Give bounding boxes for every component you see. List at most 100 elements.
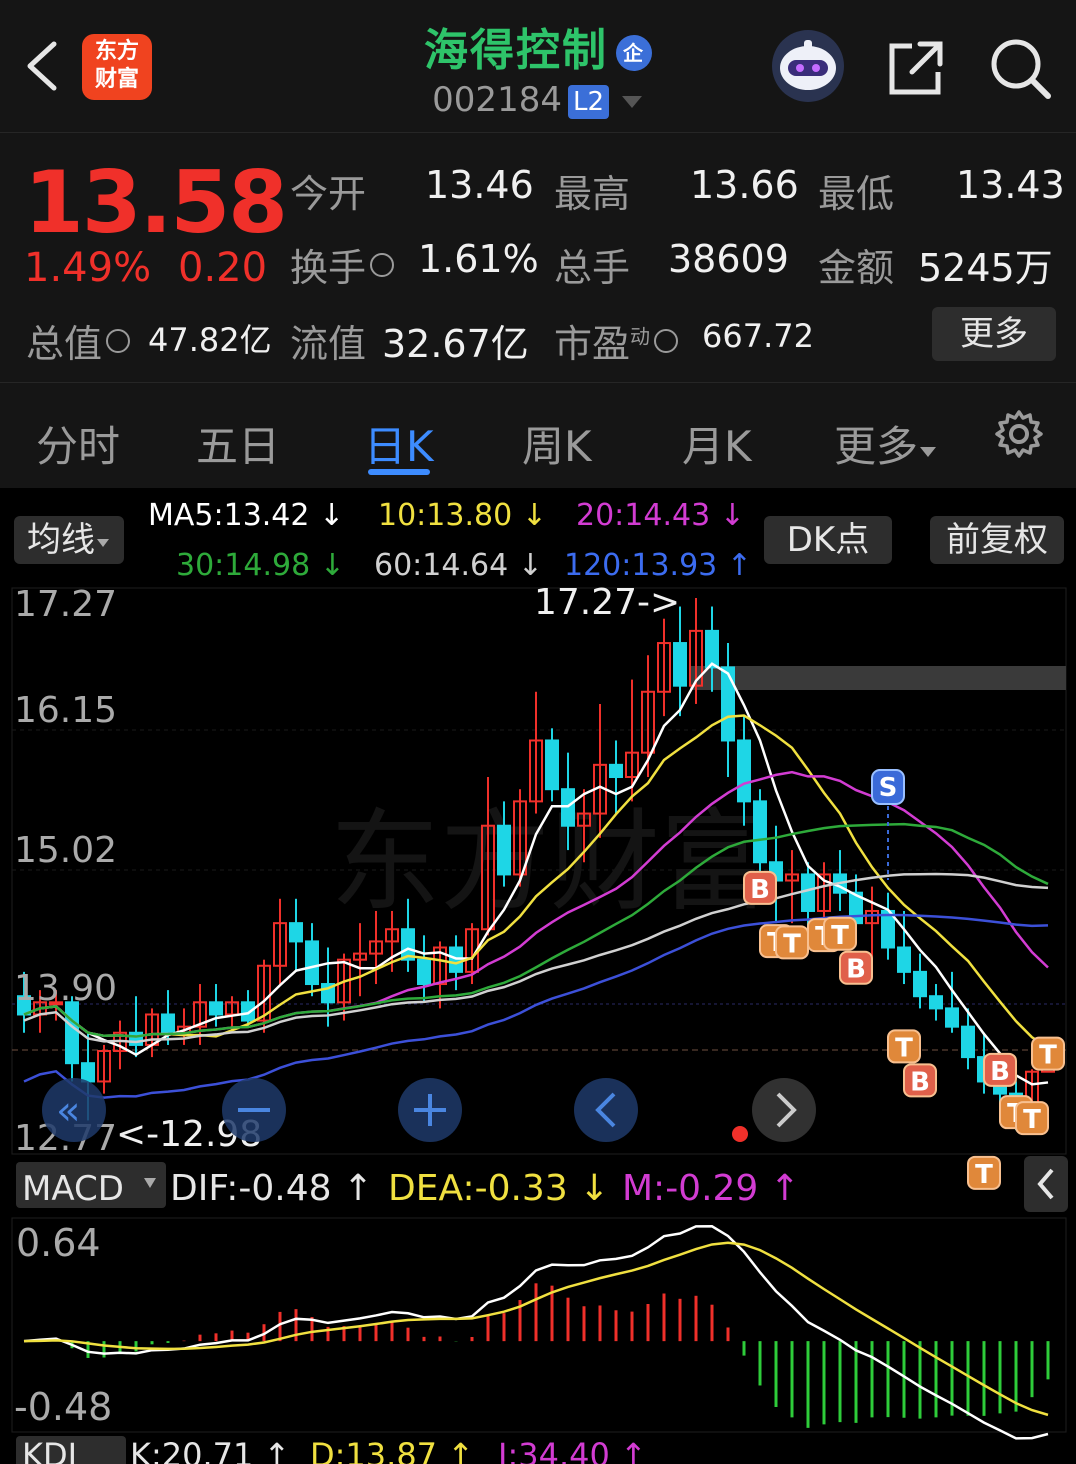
dk-marker[interactable]: T (775, 925, 809, 960)
dk-marker[interactable]: B (743, 870, 777, 905)
candle-body (913, 970, 927, 998)
candle-body (961, 1025, 975, 1059)
dk-marker-label: T (831, 921, 849, 951)
dk-marker[interactable]: T (967, 1155, 1001, 1190)
candle-body (209, 1001, 223, 1016)
kdj-d: D:13.87 ↑ (310, 1436, 474, 1464)
tab-monthly-k[interactable]: 月K (682, 413, 752, 474)
more-quote-button[interactable]: 更多 (932, 307, 1056, 361)
high-label: 最高 (554, 172, 631, 216)
low-label: 最低 (818, 172, 895, 216)
dk-marker-label: T (1039, 1041, 1057, 1071)
volume-label: 总手 (554, 246, 631, 290)
period-tabs: 分时 五日 日K 周K 月K 更多 (0, 382, 1076, 489)
change-percent: 1.49% (24, 245, 152, 291)
candle-body (673, 642, 687, 687)
dk-marker-label: B (910, 1067, 930, 1097)
y-label-3: 15.02 (14, 830, 117, 871)
macd-dif: DIF:-0.48 ↑ (170, 1168, 373, 1209)
svg-text:«: « (56, 1088, 80, 1134)
dropdown-icon (621, 95, 642, 108)
quote-panel: 13.58 1.49% 0.20 今开 13.46 最高 13.66 最低 13… (0, 132, 1076, 383)
tab-daily-k[interactable]: 日K (364, 413, 434, 474)
enterprise-badge: 企 (616, 35, 652, 71)
mktcap-value: 47.82亿 (148, 321, 272, 359)
stock-name: 海得控制 (424, 25, 608, 76)
tab-five-day[interactable]: 五日 (196, 413, 280, 474)
resistance-band (690, 666, 1066, 690)
macd-select-label: MACD (22, 1169, 124, 1209)
pe-value: 667.72 (702, 317, 814, 355)
candle-body (801, 873, 815, 912)
candle-body (289, 922, 303, 943)
prev-button[interactable] (574, 1078, 638, 1142)
y-label-2: 16.15 (14, 690, 117, 731)
zoom-out-button[interactable] (222, 1078, 286, 1142)
tab-timeshare[interactable]: 分时 (36, 413, 120, 474)
dk-marker[interactable]: T (1015, 1101, 1049, 1135)
next-button[interactable] (752, 1078, 816, 1142)
dropdown-icon (97, 539, 109, 547)
dk-marker[interactable]: T (887, 1029, 921, 1064)
search-icon[interactable] (988, 36, 1052, 100)
level2-badge: L2 (567, 84, 609, 119)
candle-body (737, 739, 751, 803)
amount-value: 5245万 (918, 246, 1053, 290)
kdj-k: K:20.71 ↑ (130, 1436, 290, 1464)
candle-body (929, 995, 943, 1010)
chart-area: 均线 MA5:13.42 ↓ 10:13.80 ↓ 20:14.43 ↓ 30:… (0, 488, 1076, 1464)
macd-dea: DEA:-0.33 ↓ (388, 1168, 609, 1209)
dk-marker-label: T (975, 1160, 993, 1190)
dk-marker[interactable]: B (839, 950, 873, 985)
ma120-value: 120:13.93 ↑ (564, 548, 752, 583)
ma5-value: MA5:13.42 ↓ (148, 498, 345, 533)
collapse-button[interactable] (1024, 1156, 1068, 1212)
candle-body (417, 958, 431, 986)
dk-marker[interactable]: B (903, 1063, 937, 1098)
tab-more[interactable]: 更多 (834, 413, 938, 474)
pe-label[interactable]: 市盈动 (554, 313, 679, 368)
dk-marker-label: B (750, 875, 770, 905)
candle-body (497, 824, 511, 876)
ma-select[interactable]: 均线 (14, 516, 124, 564)
kdj-select-label: KDJ (22, 1436, 77, 1464)
open-label: 今开 (290, 172, 367, 216)
high-value: 13.66 (690, 163, 799, 207)
change-amount: 0.20 (178, 245, 268, 291)
volume-value: 38609 (668, 237, 789, 281)
turnover-value: 1.61% (418, 237, 539, 281)
adjust-button[interactable]: 前复权 (930, 516, 1064, 564)
dk-marker-label: B (990, 1057, 1010, 1087)
current-marker (732, 1126, 748, 1142)
amount-label: 金额 (818, 246, 895, 290)
mktcap-label[interactable]: 总值 (26, 313, 131, 368)
dk-marker-label: T (783, 929, 801, 959)
dk-marker[interactable]: B (983, 1052, 1017, 1087)
stock-code: 002184 (432, 80, 562, 120)
robot-assistant-icon[interactable] (772, 30, 844, 102)
candle-body (945, 1007, 959, 1028)
dropdown-icon (920, 447, 937, 457)
dk-marker-label: B (846, 955, 866, 985)
dk-point-button[interactable]: DK点 (764, 516, 892, 564)
turnover-label[interactable]: 换手 (290, 237, 395, 292)
fast-back-button[interactable]: « (42, 1078, 106, 1142)
float-value: 32.67亿 (382, 322, 529, 366)
float-label: 流值 (290, 322, 367, 366)
dk-marker[interactable]: T (1031, 1036, 1065, 1071)
macd-y-bottom: -0.48 (14, 1385, 112, 1429)
dk-sell-label: S (879, 773, 898, 803)
tab-weekly-k[interactable]: 周K (522, 413, 592, 474)
info-icon (654, 328, 679, 353)
candle-body (65, 1001, 79, 1065)
gear-icon[interactable] (994, 409, 1044, 459)
candlestick-chart[interactable]: 东方财富 BTTTTBTBTBTTTS 17.27 16.15 15.02 13… (0, 580, 1076, 1464)
share-icon[interactable] (886, 38, 946, 98)
dk-marker[interactable]: T (823, 916, 857, 951)
header: 东方 财富 海得控制企 002184 L2 (0, 0, 1076, 132)
max-price-annotation: 17.27-> (534, 582, 680, 623)
dk-marker-label: T (895, 1033, 913, 1063)
info-icon (106, 328, 131, 353)
zoom-in-button[interactable] (398, 1078, 462, 1142)
info-icon (370, 252, 395, 277)
